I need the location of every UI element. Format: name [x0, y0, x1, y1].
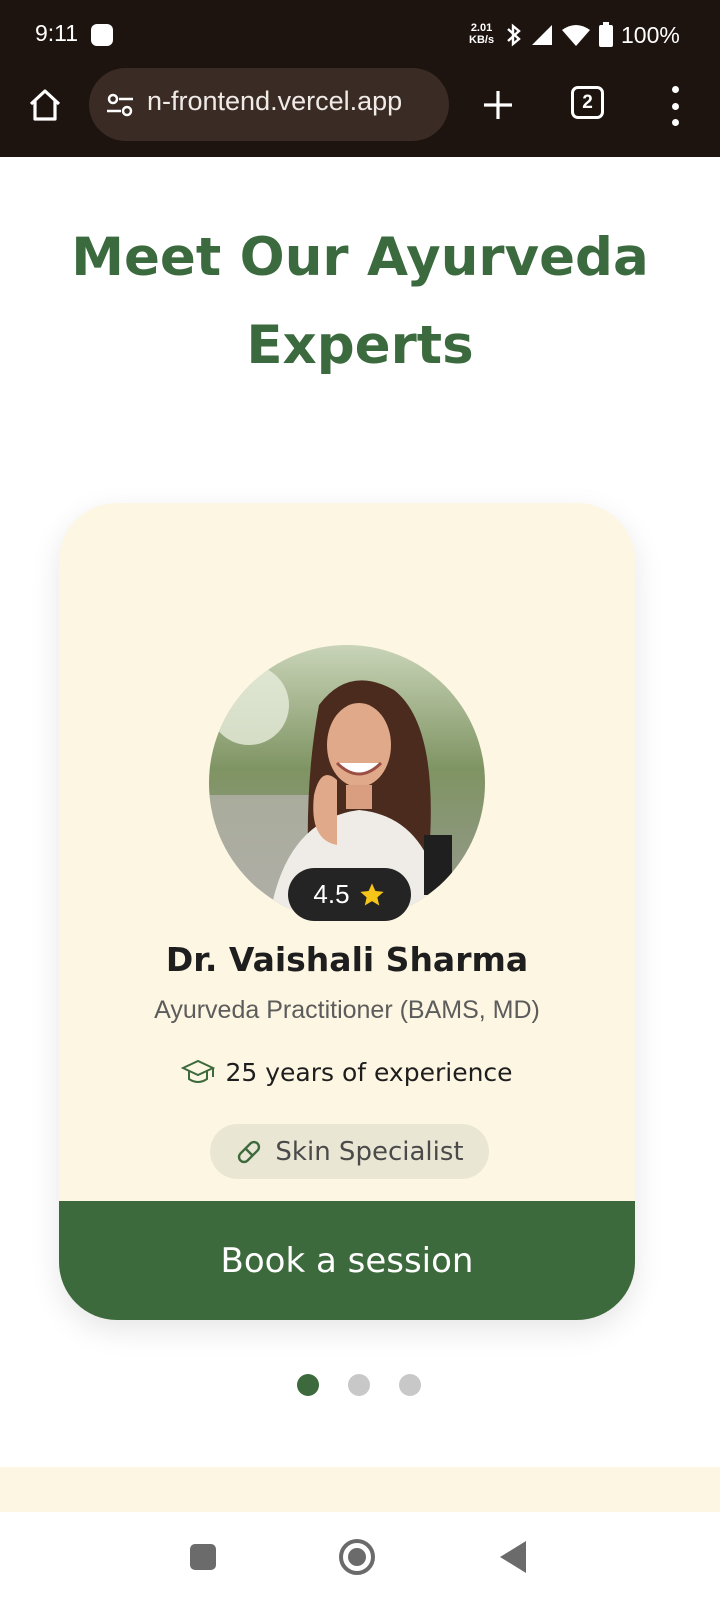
back-button[interactable] [500, 1541, 526, 1573]
new-tab-button[interactable] [478, 82, 518, 128]
battery-percent: 100% [621, 21, 680, 48]
home-button[interactable] [22, 82, 68, 128]
specialty-text: Skin Specialist [275, 1136, 464, 1167]
page-title: Meet Our Ayurveda Experts [71, 227, 649, 376]
status-icons: 100% [505, 20, 680, 50]
system-nav-bar [0, 1512, 720, 1600]
recents-button[interactable] [190, 1544, 216, 1570]
network-speed: 2.01 KB/s [469, 22, 494, 46]
new-tab-icon [484, 91, 512, 119]
tab-count: 2 [582, 91, 593, 113]
menu-dot [671, 102, 679, 110]
browser-chrome: 9:11 2.01 KB/s 100% n-frontend.vercel.ap… [0, 0, 720, 157]
address-bar[interactable]: n-frontend.vercel.app [89, 68, 449, 141]
carousel-dot-2[interactable] [348, 1374, 370, 1396]
expert-name: Dr. Vaishali Sharma [165, 940, 529, 979]
notification-dot-icon [91, 24, 113, 46]
pill-icon [238, 1140, 261, 1163]
status-time: 9:11 [35, 20, 79, 46]
carousel-dot-3[interactable] [399, 1374, 421, 1396]
site-settings-icon[interactable] [105, 90, 135, 120]
expert-card: 4.5 Dr. Vaishali Sharma Ayurveda Practit… [59, 503, 635, 1320]
home-nav-button[interactable] [339, 1539, 375, 1575]
battery-icon [599, 22, 613, 47]
tab-switcher-button[interactable]: 2 [571, 86, 604, 119]
home-nav-icon [348, 1548, 366, 1566]
star-icon [359, 882, 384, 905]
home-icon [29, 89, 61, 121]
graduation-cap-icon [181, 1059, 216, 1083]
rating-value: 4.5 [313, 879, 350, 909]
cell-signal-icon [532, 25, 552, 45]
wifi-icon [562, 25, 590, 46]
rating-badge: 4.5 [288, 868, 411, 921]
status-bar: 9:11 2.01 KB/s 100% [0, 0, 720, 70]
network-speed-unit: KB/s [469, 34, 495, 46]
next-section-band [0, 1467, 720, 1517]
bluetooth-icon [507, 23, 521, 47]
specialty-badge: Skin Specialist [210, 1124, 489, 1179]
expert-role: Ayurveda Practitioner (BAMS, MD) [154, 996, 540, 1024]
more-menu-button[interactable] [663, 86, 687, 126]
book-session-button[interactable]: Book a session [59, 1201, 635, 1320]
carousel-dot-1[interactable] [297, 1374, 319, 1396]
url-row: n-frontend.vercel.app 2 [0, 68, 720, 144]
experience-row: 25 years of experience [59, 1058, 635, 1087]
url-text: n-frontend.vercel.app [147, 86, 403, 116]
menu-dot [671, 119, 679, 126]
experience-text: 25 years of experience [225, 1058, 513, 1087]
carousel-pagination [297, 1374, 421, 1396]
menu-dot [671, 86, 679, 93]
network-speed-value: 2.01 [470, 22, 493, 34]
